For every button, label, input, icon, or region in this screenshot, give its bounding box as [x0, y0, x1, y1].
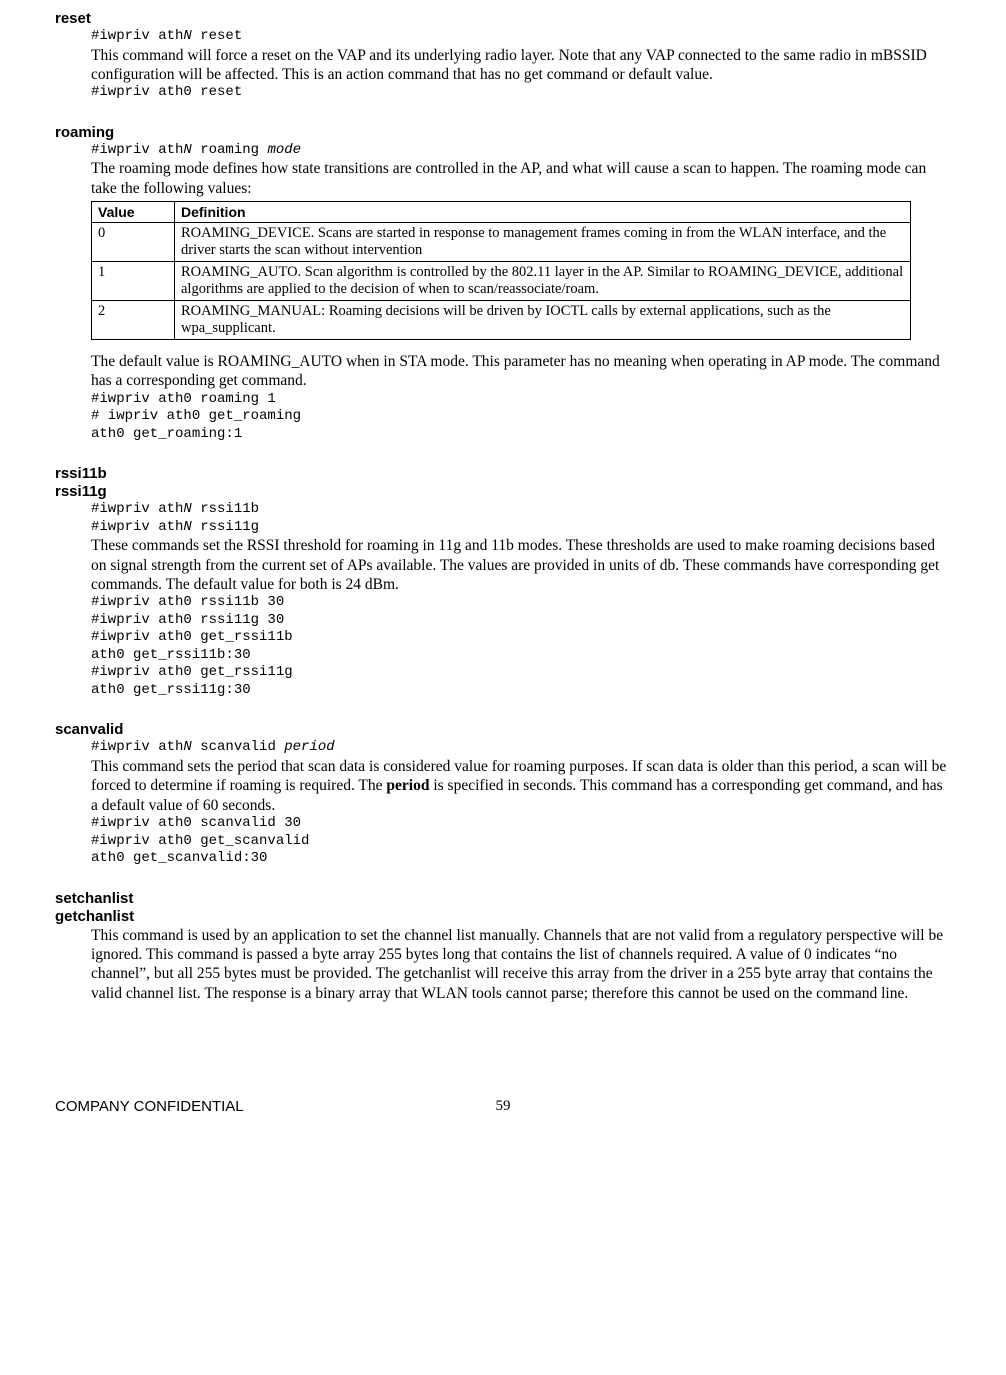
rssi11g-syntax-pre: #iwpriv ath [91, 519, 183, 535]
roaming-syntax-var-n: N [183, 142, 191, 158]
table-cell-value: 1 [92, 262, 175, 301]
roaming-syntax-mid: roaming [192, 142, 268, 158]
table-cell-definition: ROAMING_DEVICE. Scans are started in res… [175, 223, 911, 262]
rssi11g-heading: rssi11g [55, 483, 951, 500]
table-cell-value: 0 [92, 223, 175, 262]
footer-page-number: 59 [496, 1098, 511, 1115]
roaming-heading: roaming [55, 124, 951, 141]
table-cell-definition: ROAMING_AUTO. Scan algorithm is controll… [175, 262, 911, 301]
scanvalid-syntax-var-n: N [183, 739, 191, 755]
roaming-syntax-var-mode: mode [267, 142, 301, 158]
rssi11b-syntax-post: rssi11b [192, 501, 259, 517]
rssi11b-syntax-pre: #iwpriv ath [91, 501, 183, 517]
roaming-description-intro: The roaming mode defines how state trans… [91, 159, 951, 198]
table-cell-definition: ROAMING_MANUAL: Roaming decisions will b… [175, 301, 911, 340]
setchanlist-heading: setchanlist [55, 890, 951, 907]
rssi11b-syntax: #iwpriv athN rssi11b [91, 501, 951, 519]
rssi-description: These commands set the RSSI threshold fo… [91, 536, 951, 594]
page-footer: COMPANY CONFIDENTIAL 59 [55, 1098, 951, 1115]
reset-syntax: #iwpriv athN reset [91, 28, 951, 46]
rssi-example: #iwpriv ath0 rssi11b 30 #iwpriv ath0 rss… [91, 594, 951, 699]
reset-heading: reset [55, 10, 951, 27]
roaming-syntax-pre: #iwpriv ath [91, 142, 183, 158]
roaming-example: #iwpriv ath0 roaming 1 # iwpriv ath0 get… [91, 391, 951, 444]
table-cell-value: 2 [92, 301, 175, 340]
scanvalid-heading: scanvalid [55, 721, 951, 738]
reset-syntax-var: N [183, 28, 191, 44]
rssi11b-syntax-var: N [183, 501, 191, 517]
chanlist-description: This command is used by an application t… [91, 926, 951, 1004]
table-row: 2 ROAMING_MANUAL: Roaming decisions will… [92, 301, 911, 340]
roaming-description-default: The default value is ROAMING_AUTO when i… [91, 352, 951, 391]
table-header-value: Value [92, 202, 175, 223]
rssi11g-syntax-post: rssi11g [192, 519, 259, 535]
scanvalid-desc-bold: period [386, 777, 429, 794]
rssi11b-heading: rssi11b [55, 465, 951, 482]
reset-syntax-post: reset [192, 28, 242, 44]
scanvalid-syntax: #iwpriv athN scanvalid period [91, 739, 951, 757]
rssi11g-syntax-var: N [183, 519, 191, 535]
scanvalid-syntax-mid: scanvalid [192, 739, 284, 755]
roaming-values-table: Value Definition 0 ROAMING_DEVICE. Scans… [91, 201, 911, 340]
roaming-syntax: #iwpriv athN roaming mode [91, 142, 951, 160]
reset-description: This command will force a reset on the V… [91, 46, 951, 85]
reset-example: #iwpriv ath0 reset [91, 84, 951, 102]
scanvalid-syntax-var-period: period [284, 739, 334, 755]
table-row: 1 ROAMING_AUTO. Scan algorithm is contro… [92, 262, 911, 301]
table-row: 0 ROAMING_DEVICE. Scans are started in r… [92, 223, 911, 262]
page-content: reset #iwpriv athN reset This command wi… [0, 10, 1006, 1145]
scanvalid-example: #iwpriv ath0 scanvalid 30 #iwpriv ath0 g… [91, 815, 951, 868]
rssi11g-syntax: #iwpriv athN rssi11g [91, 519, 951, 537]
getchanlist-heading: getchanlist [55, 908, 951, 925]
table-header-row: Value Definition [92, 202, 911, 223]
scanvalid-description: This command sets the period that scan d… [91, 757, 951, 815]
footer-confidential: COMPANY CONFIDENTIAL [55, 1098, 244, 1115]
scanvalid-syntax-pre: #iwpriv ath [91, 739, 183, 755]
table-header-definition: Definition [175, 202, 911, 223]
reset-syntax-pre: #iwpriv ath [91, 28, 183, 44]
